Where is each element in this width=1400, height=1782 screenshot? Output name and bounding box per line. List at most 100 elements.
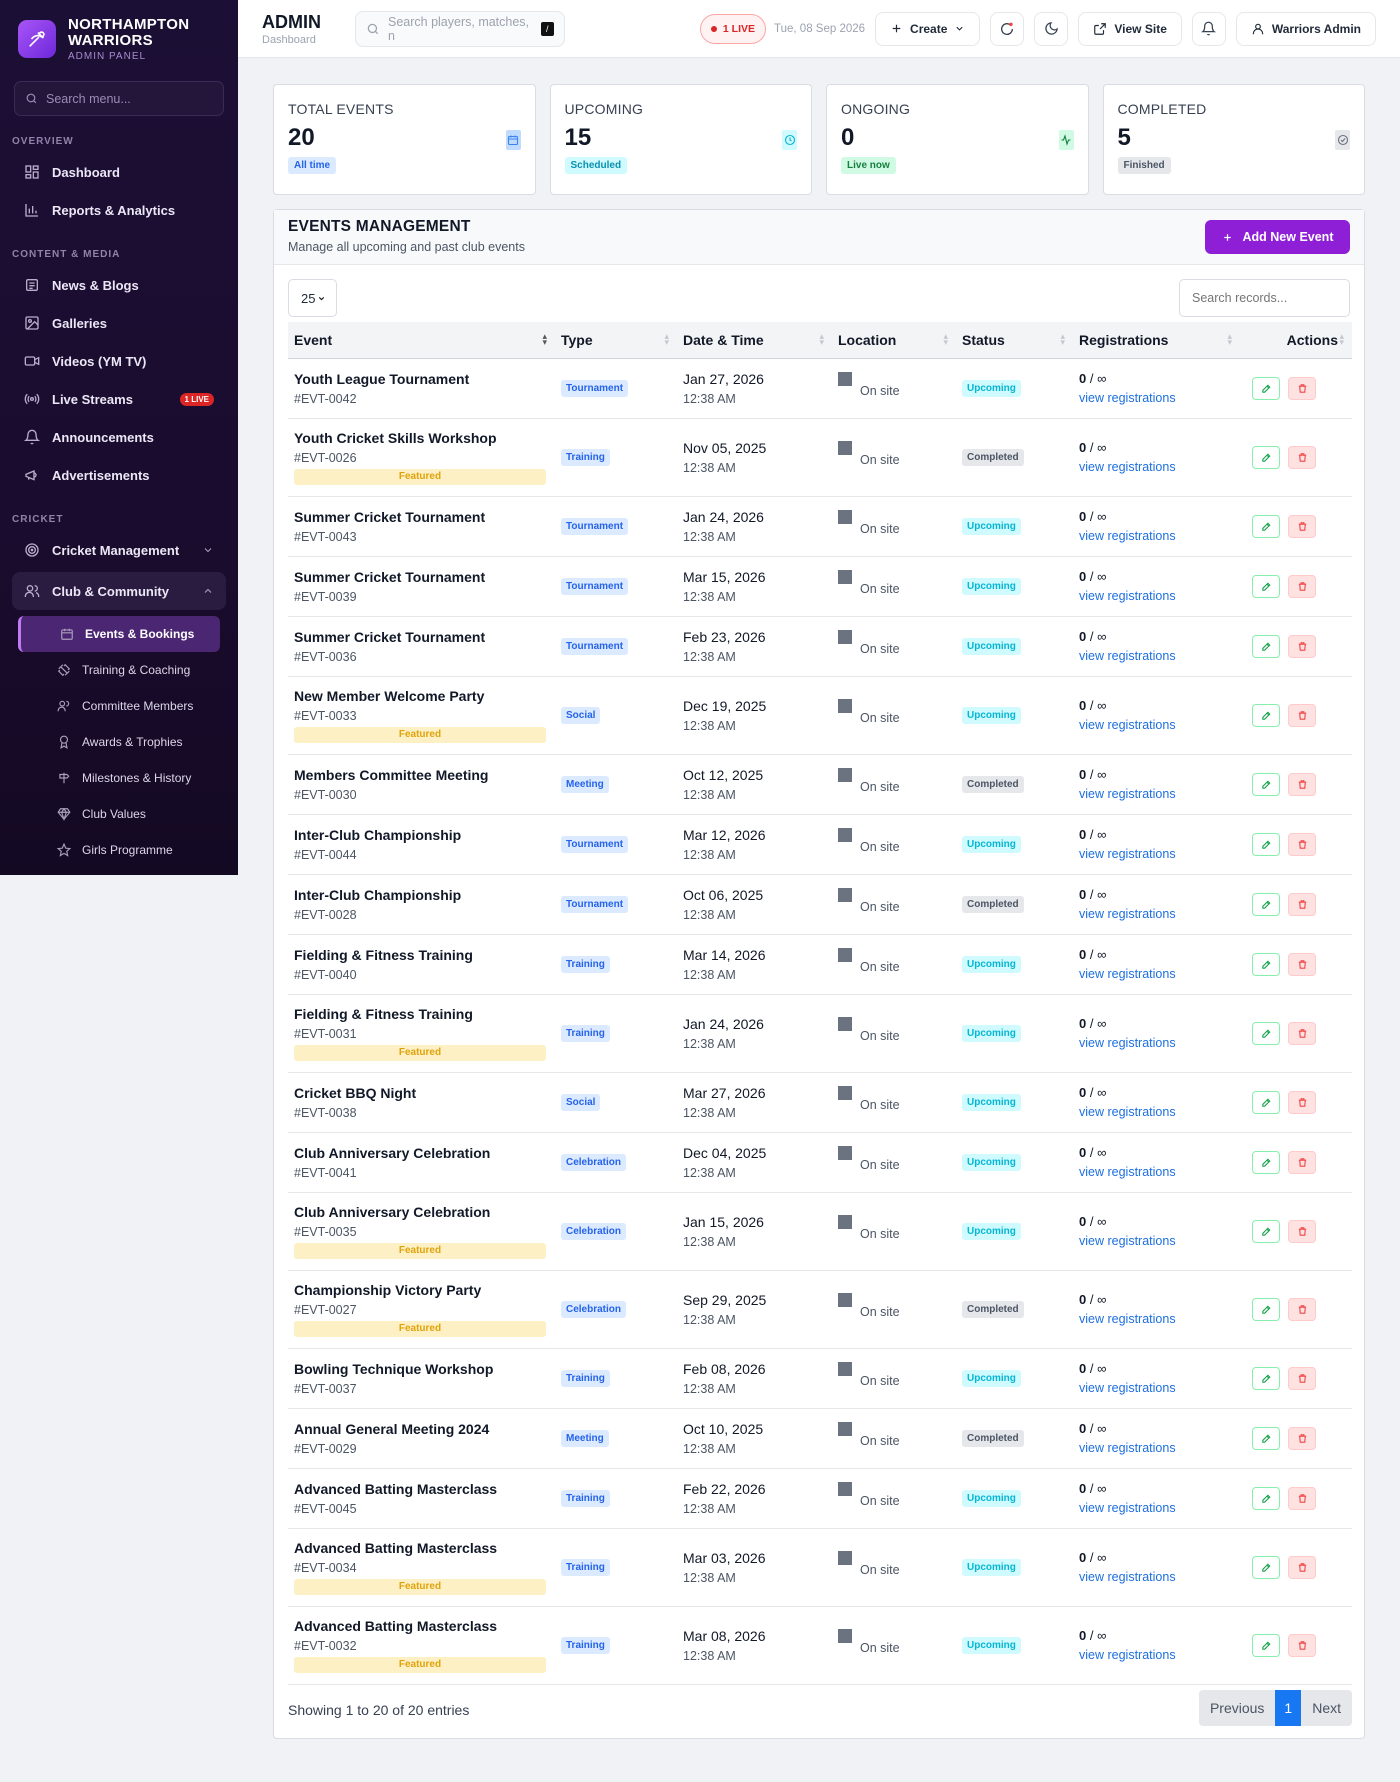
delete-button[interactable] — [1288, 1219, 1316, 1243]
user-menu-button[interactable]: Warriors Admin — [1235, 11, 1376, 46]
view-registrations-link[interactable]: view registrations — [1079, 391, 1234, 405]
sidebar-item-live-streams[interactable]: Live Streams 1 LIVE — [0, 380, 238, 418]
column-header-date[interactable]: Date & Time ▴ ▾ — [677, 322, 832, 359]
delete-button[interactable] — [1288, 1021, 1316, 1045]
event-name[interactable]: Championship Victory Party — [294, 1282, 549, 1298]
column-header-event[interactable]: Event ▴ ▾ — [288, 322, 555, 359]
delete-button[interactable] — [1288, 832, 1316, 856]
view-registrations-link[interactable]: view registrations — [1079, 1105, 1234, 1119]
column-header-type[interactable]: Type ▴ ▾ — [555, 322, 677, 359]
view-registrations-link[interactable]: view registrations — [1079, 1234, 1234, 1248]
view-registrations-link[interactable]: view registrations — [1079, 1165, 1234, 1179]
edit-button[interactable] — [1252, 892, 1280, 916]
event-name[interactable]: Youth League Tournament — [294, 371, 549, 387]
sidebar-subitem-awards[interactable]: Awards & Trophies — [0, 724, 238, 760]
notifications-button[interactable] — [1191, 11, 1226, 46]
sidebar-item-news[interactable]: News & Blogs — [0, 266, 238, 304]
delete-button[interactable] — [1288, 445, 1316, 469]
view-registrations-link[interactable]: view registrations — [1079, 1441, 1234, 1455]
add-event-button[interactable]: Add New Event — [1205, 220, 1350, 254]
delete-button[interactable] — [1288, 1090, 1316, 1114]
event-name[interactable]: Fielding & Fitness Training — [294, 1006, 549, 1022]
delete-button[interactable] — [1288, 892, 1316, 916]
edit-button[interactable] — [1252, 1021, 1280, 1045]
edit-button[interactable] — [1252, 1297, 1280, 1321]
sidebar-item-reports[interactable]: Reports & Analytics — [0, 191, 238, 229]
breadcrumb[interactable]: Dashboard — [262, 34, 321, 46]
sidebar-search-input[interactable]: Search menu... — [14, 81, 224, 116]
pagination-next[interactable]: Next — [1301, 1690, 1352, 1726]
delete-button[interactable] — [1288, 1633, 1316, 1657]
edit-button[interactable] — [1252, 376, 1280, 400]
sidebar-subitem-events-bookings[interactable]: Events & Bookings — [18, 616, 220, 652]
view-registrations-link[interactable]: view registrations — [1079, 1501, 1234, 1515]
view-registrations-link[interactable]: view registrations — [1079, 967, 1234, 981]
delete-button[interactable] — [1288, 703, 1316, 727]
records-search-input[interactable] — [1179, 279, 1350, 317]
edit-button[interactable] — [1252, 1486, 1280, 1510]
event-name[interactable]: Advanced Batting Masterclass — [294, 1481, 549, 1497]
sidebar-item-galleries[interactable]: Galleries — [0, 304, 238, 342]
delete-button[interactable] — [1288, 1297, 1316, 1321]
edit-button[interactable] — [1252, 1090, 1280, 1114]
view-registrations-link[interactable]: view registrations — [1079, 907, 1234, 921]
edit-button[interactable] — [1252, 1150, 1280, 1174]
sidebar-item-advertisements[interactable]: Advertisements — [0, 456, 238, 494]
event-name[interactable]: Annual General Meeting 2024 — [294, 1421, 549, 1437]
view-registrations-link[interactable]: view registrations — [1079, 718, 1234, 732]
event-name[interactable]: Cricket BBQ Night — [294, 1085, 549, 1101]
event-name[interactable]: Inter-Club Championship — [294, 827, 549, 843]
sidebar-group-cricket-management[interactable]: Cricket Management — [12, 531, 226, 569]
theme-toggle-button[interactable] — [1034, 11, 1069, 46]
view-site-button[interactable]: View Site — [1078, 11, 1182, 46]
event-name[interactable]: Bowling Technique Workshop — [294, 1361, 549, 1377]
pagination-page-1[interactable]: 1 — [1275, 1690, 1302, 1726]
sidebar-item-dashboard[interactable]: Dashboard — [0, 153, 238, 191]
sidebar-subitem-milestones[interactable]: Milestones & History — [0, 760, 238, 796]
edit-button[interactable] — [1252, 514, 1280, 538]
view-registrations-link[interactable]: view registrations — [1079, 460, 1234, 474]
sidebar-subitem-girls-programme[interactable]: Girls Programme — [0, 832, 238, 868]
delete-button[interactable] — [1288, 634, 1316, 658]
delete-button[interactable] — [1288, 1366, 1316, 1390]
event-name[interactable]: Summer Cricket Tournament — [294, 629, 549, 645]
pagination-previous[interactable]: Previous — [1198, 1690, 1276, 1726]
delete-button[interactable] — [1288, 574, 1316, 598]
event-name[interactable]: Inter-Club Championship — [294, 887, 549, 903]
edit-button[interactable] — [1252, 445, 1280, 469]
page-length-select[interactable]: 25 — [288, 279, 337, 317]
brand[interactable]: NORTHAMPTON WARRIORS ADMIN PANEL — [0, 0, 238, 78]
sidebar-group-club-community[interactable]: Club & Community — [12, 572, 226, 610]
view-registrations-link[interactable]: view registrations — [1079, 1312, 1234, 1326]
delete-button[interactable] — [1288, 1426, 1316, 1450]
event-name[interactable]: Summer Cricket Tournament — [294, 569, 549, 585]
sidebar-subitem-training[interactable]: Training & Coaching — [0, 652, 238, 688]
sidebar-subitem-values[interactable]: Club Values — [0, 796, 238, 832]
delete-button[interactable] — [1288, 1555, 1316, 1579]
view-registrations-link[interactable]: view registrations — [1079, 847, 1234, 861]
edit-button[interactable] — [1252, 1366, 1280, 1390]
event-name[interactable]: Fielding & Fitness Training — [294, 947, 549, 963]
delete-button[interactable] — [1288, 514, 1316, 538]
delete-button[interactable] — [1288, 1486, 1316, 1510]
delete-button[interactable] — [1288, 772, 1316, 796]
sidebar-item-videos[interactable]: Videos (YM TV) — [0, 342, 238, 380]
edit-button[interactable] — [1252, 832, 1280, 856]
edit-button[interactable] — [1252, 952, 1280, 976]
delete-button[interactable] — [1288, 1150, 1316, 1174]
view-registrations-link[interactable]: view registrations — [1079, 1648, 1234, 1662]
event-name[interactable]: Youth Cricket Skills Workshop — [294, 430, 549, 446]
view-registrations-link[interactable]: view registrations — [1079, 589, 1234, 603]
column-header-registrations[interactable]: Registrations ▴ ▾ — [1073, 322, 1240, 359]
column-header-actions[interactable]: Actions ▴ ▾ — [1240, 322, 1352, 359]
delete-button[interactable] — [1288, 376, 1316, 400]
column-header-location[interactable]: Location ▴ ▾ — [832, 322, 956, 359]
event-name[interactable]: Advanced Batting Masterclass — [294, 1618, 549, 1634]
event-name[interactable]: Advanced Batting Masterclass — [294, 1540, 549, 1556]
view-registrations-link[interactable]: view registrations — [1079, 529, 1234, 543]
event-name[interactable]: Club Anniversary Celebration — [294, 1204, 549, 1220]
view-registrations-link[interactable]: view registrations — [1079, 1570, 1234, 1584]
sidebar-item-announcements[interactable]: Announcements — [0, 418, 238, 456]
event-name[interactable]: Summer Cricket Tournament — [294, 509, 549, 525]
edit-button[interactable] — [1252, 1426, 1280, 1450]
